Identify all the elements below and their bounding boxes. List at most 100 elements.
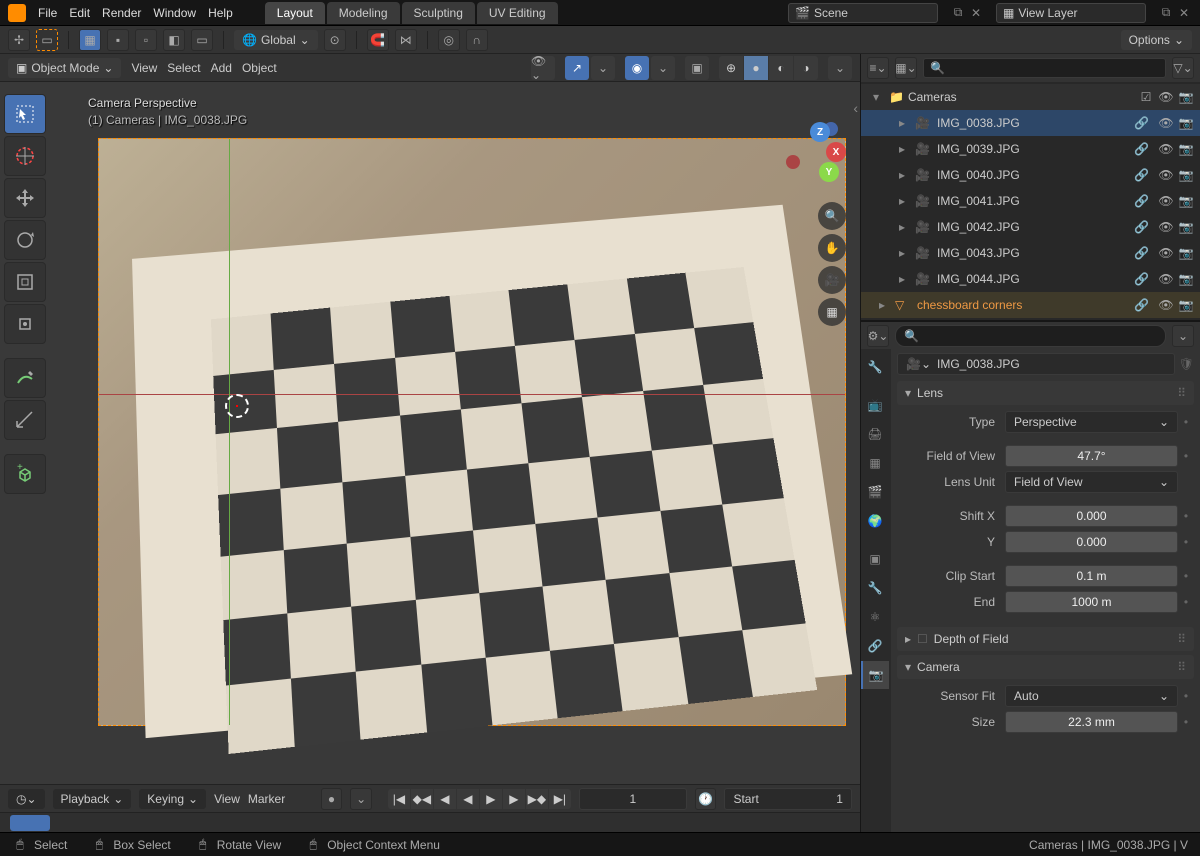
cursor-tool[interactable] bbox=[4, 136, 46, 176]
outliner-item-chessboard[interactable]: ▸ ▽ chessboard corners 🔗 👁📷 bbox=[861, 292, 1200, 318]
current-frame-field[interactable]: 1 bbox=[579, 788, 687, 810]
keyframe-prev-icon[interactable]: ◆◀ bbox=[411, 789, 433, 809]
select-tool-icon[interactable]: ▭ bbox=[36, 29, 58, 51]
animate-dot[interactable]: • bbox=[1182, 535, 1190, 549]
shift-y-field[interactable]: 0.000 bbox=[1005, 531, 1178, 553]
viewlayer-close-icon[interactable]: ✕ bbox=[1176, 5, 1192, 21]
add-cube-tool[interactable]: + bbox=[4, 454, 46, 494]
checkbox-icon[interactable]: ☐ bbox=[917, 632, 928, 646]
move-tool[interactable] bbox=[4, 178, 46, 218]
render-icon[interactable]: 📷 bbox=[1178, 272, 1194, 286]
menu-render[interactable]: Render bbox=[102, 6, 141, 20]
scene-selector[interactable]: 🎬 Scene bbox=[788, 3, 938, 23]
outliner-item-img0042[interactable]: ▸ 🎥 IMG_0042.JPG 🔗 👁📷 bbox=[861, 214, 1200, 240]
shading-rendered-icon[interactable]: ◑ bbox=[794, 56, 818, 80]
collapse-sidebar-icon[interactable]: ‹ bbox=[853, 100, 858, 116]
shading-dropdown-icon[interactable]: ⌄ bbox=[828, 56, 852, 80]
eye-icon[interactable]: 👁 bbox=[1158, 272, 1174, 286]
playback-dropdown[interactable]: Playback ⌄ bbox=[53, 789, 132, 809]
viewlayer-selector[interactable]: ▦ View Layer bbox=[996, 3, 1146, 23]
workspace-tab-modeling[interactable]: Modeling bbox=[327, 2, 400, 24]
menu-edit[interactable]: Edit bbox=[69, 6, 90, 20]
sensor-size-field[interactable]: 22.3 mm bbox=[1005, 711, 1178, 733]
perspective-toggle-icon[interactable]: ▦ bbox=[818, 298, 846, 326]
drag-icon[interactable]: ⠿ bbox=[1177, 386, 1186, 400]
checkbox-icon[interactable]: ☑ bbox=[1138, 90, 1154, 104]
eye-icon[interactable]: 👁 bbox=[1158, 142, 1174, 156]
datablock-path[interactable]: 🎥⌄ IMG_0038.JPG bbox=[897, 353, 1175, 375]
panel-camera-header[interactable]: ▾ Camera ⠿ bbox=[897, 655, 1194, 679]
outliner-item-img0041[interactable]: ▸ 🎥 IMG_0041.JPG 🔗 👁📷 bbox=[861, 188, 1200, 214]
tab-tool-icon[interactable]: 🔧 bbox=[861, 353, 889, 381]
pan-icon[interactable]: ✋ bbox=[818, 234, 846, 262]
jump-start-icon[interactable]: |◀ bbox=[388, 789, 410, 809]
overlay-dropdown-icon[interactable]: ⌄ bbox=[651, 56, 675, 80]
animate-dot[interactable]: • bbox=[1182, 449, 1190, 463]
eye-icon[interactable]: 👁 bbox=[1158, 116, 1174, 130]
scale-tool[interactable] bbox=[4, 262, 46, 302]
render-icon[interactable]: 📷 bbox=[1178, 116, 1194, 130]
gizmo-toggle-icon[interactable]: ↗ bbox=[565, 56, 589, 80]
timeline-editor-icon[interactable]: ◷⌄ bbox=[8, 789, 45, 809]
playhead[interactable] bbox=[10, 815, 50, 831]
animate-dot[interactable]: • bbox=[1182, 715, 1190, 729]
render-icon[interactable]: 📷 bbox=[1178, 194, 1194, 208]
outliner-display-mode-icon[interactable]: ≡⌄ bbox=[867, 57, 889, 79]
frame-next-icon[interactable]: ▶ bbox=[503, 789, 525, 809]
transform-tool[interactable] bbox=[4, 304, 46, 344]
proportional-edit-icon[interactable]: ◎ bbox=[438, 29, 460, 51]
tab-scene-icon[interactable]: 🎬 bbox=[861, 478, 889, 506]
tab-world-icon[interactable]: 🌍 bbox=[861, 507, 889, 535]
snap-mode-3-icon[interactable]: ◧ bbox=[163, 29, 185, 51]
xray-icon[interactable]: ▣ bbox=[685, 56, 709, 80]
keying-dropdown-icon[interactable]: ⌄ bbox=[350, 788, 372, 810]
shift-x-field[interactable]: 0.000 bbox=[1005, 505, 1178, 527]
shading-wireframe-icon[interactable]: ⊕ bbox=[719, 56, 743, 80]
eye-icon[interactable]: 👁 bbox=[1158, 168, 1174, 182]
timeline-marker-menu[interactable]: Marker bbox=[248, 792, 285, 806]
expand-icon[interactable]: ▸ bbox=[899, 168, 911, 182]
keyframe-next-icon[interactable]: ▶◆ bbox=[526, 789, 548, 809]
viewport-menu-view[interactable]: View bbox=[131, 61, 157, 75]
annotate-tool[interactable] bbox=[4, 358, 46, 398]
workspace-tab-uvediting[interactable]: UV Editing bbox=[477, 2, 558, 24]
animate-dot[interactable]: • bbox=[1182, 415, 1190, 429]
measure-tool[interactable] bbox=[4, 400, 46, 440]
expand-icon[interactable]: ▸ bbox=[899, 194, 911, 208]
gizmo-z-axis[interactable]: Z bbox=[810, 122, 830, 142]
falloff-icon[interactable]: ∩ bbox=[466, 29, 488, 51]
timeline-view-menu[interactable]: View bbox=[214, 792, 240, 806]
properties-editor-icon[interactable]: ⚙⌄ bbox=[867, 325, 889, 347]
3d-viewport[interactable]: + Camera Perspective (1) Cameras | IMG_0… bbox=[0, 82, 860, 784]
snap-target-icon[interactable]: ⋈ bbox=[395, 29, 417, 51]
tab-viewlayer-icon[interactable]: ▦ bbox=[861, 449, 889, 477]
outliner-item-img0039[interactable]: ▸ 🎥 IMG_0039.JPG 🔗 👁📷 bbox=[861, 136, 1200, 162]
shield-icon[interactable]: 🛡 bbox=[1179, 357, 1194, 371]
panel-dof-header[interactable]: ▸ ☐ Depth of Field ⠿ bbox=[897, 627, 1194, 651]
select-box-tool[interactable] bbox=[4, 94, 46, 134]
expand-icon[interactable]: ▸ bbox=[879, 298, 891, 312]
collapse-icon[interactable]: ▾ bbox=[873, 90, 885, 104]
menu-help[interactable]: Help bbox=[208, 6, 233, 20]
menu-file[interactable]: File bbox=[38, 6, 57, 20]
lens-type-dropdown[interactable]: Perspective ⌄ bbox=[1005, 411, 1178, 433]
navigation-gizmo[interactable]: X Y Z bbox=[786, 122, 846, 182]
menu-window[interactable]: Window bbox=[153, 6, 196, 20]
mode-dropdown[interactable]: ▣ Object Mode ⌄ bbox=[8, 58, 121, 78]
tab-constraints-icon[interactable]: 🔗 bbox=[861, 632, 889, 660]
play-reverse-icon[interactable]: ◀ bbox=[457, 789, 479, 809]
animate-dot[interactable]: • bbox=[1182, 509, 1190, 523]
panel-lens-header[interactable]: ▾ Lens ⠿ bbox=[897, 381, 1194, 405]
frame-prev-icon[interactable]: ◀ bbox=[434, 789, 456, 809]
outliner-item-img0043[interactable]: ▸ 🎥 IMG_0043.JPG 🔗 👁📷 bbox=[861, 240, 1200, 266]
expand-icon[interactable]: ▸ bbox=[899, 116, 911, 130]
render-icon[interactable]: 📷 bbox=[1178, 168, 1194, 182]
viewlayer-copy-icon[interactable]: ⧉ bbox=[1158, 5, 1174, 21]
tab-output-icon[interactable]: 🖨 bbox=[861, 420, 889, 448]
expand-icon[interactable]: ▸ bbox=[899, 142, 911, 156]
outliner-view-icon[interactable]: ▦⌄ bbox=[895, 57, 917, 79]
tab-render-icon[interactable]: 📺 bbox=[861, 391, 889, 419]
eye-icon[interactable]: 👁 bbox=[1158, 220, 1174, 234]
sensor-fit-dropdown[interactable]: Auto ⌄ bbox=[1005, 685, 1178, 707]
outliner-search[interactable]: 🔍 bbox=[923, 58, 1166, 78]
